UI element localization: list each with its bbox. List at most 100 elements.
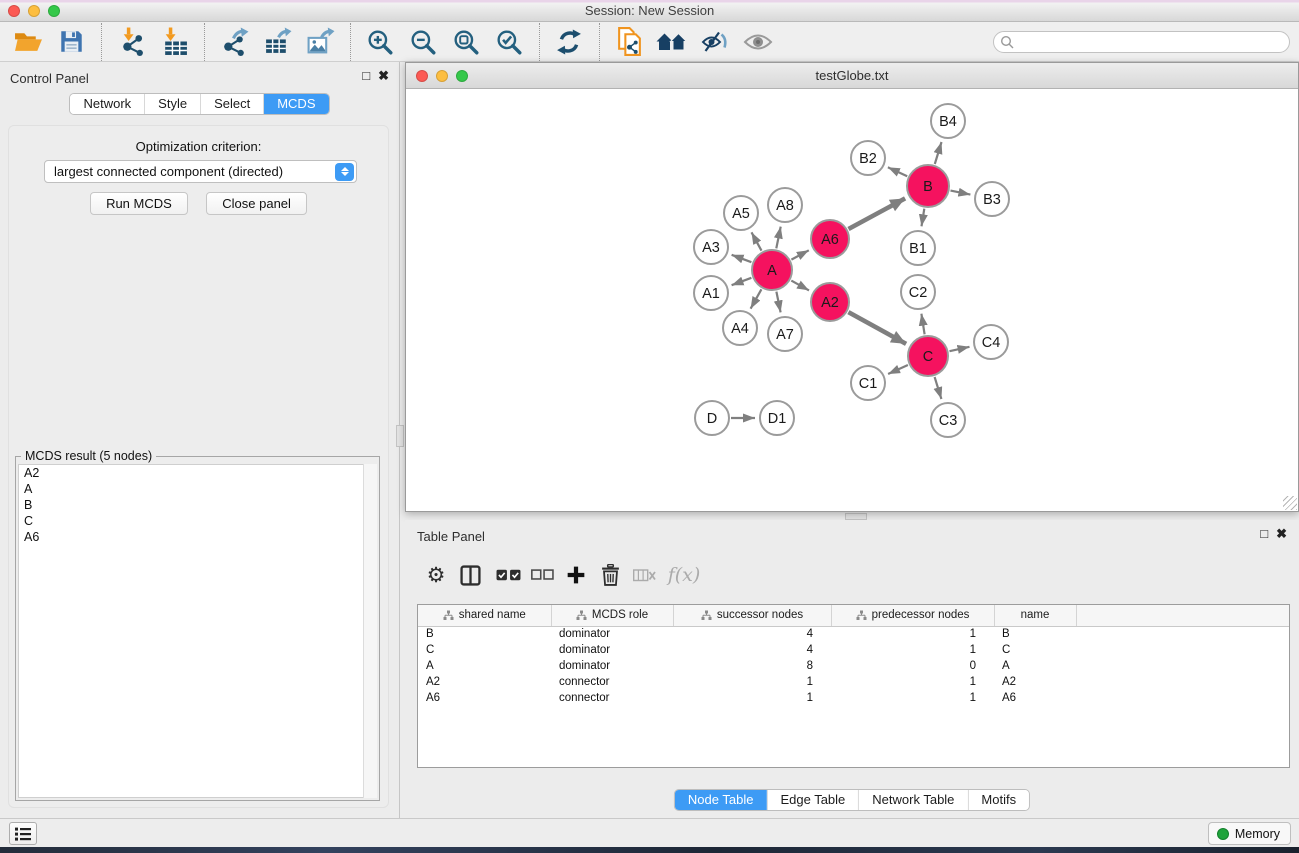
edge-B-B4[interactable] <box>935 142 942 164</box>
table-row[interactable]: A2connector11A2 <box>418 674 1289 690</box>
run-mcds-button[interactable]: Run MCDS <box>90 192 188 215</box>
node-A8[interactable]: A8 <box>768 188 802 222</box>
edge-C-C3[interactable] <box>935 377 942 399</box>
open-session-icon[interactable] <box>10 25 46 59</box>
edge-A-A6[interactable] <box>791 250 808 259</box>
tab-motifs[interactable]: Motifs <box>967 790 1029 810</box>
node-A4[interactable]: A4 <box>723 311 757 345</box>
node-A6[interactable]: A6 <box>811 220 849 258</box>
horizontal-divider-handle[interactable] <box>845 513 867 520</box>
node-A[interactable]: A <box>752 250 792 290</box>
export-network-icon[interactable] <box>216 25 252 59</box>
table-row[interactable]: Cdominator41C <box>418 642 1289 658</box>
export-table-icon[interactable] <box>259 25 295 59</box>
mcds-result-scrollbar[interactable] <box>363 464 377 798</box>
node-D[interactable]: D <box>695 401 729 435</box>
resize-grip[interactable] <box>1283 496 1297 510</box>
column-header-name[interactable]: name <box>994 605 1076 626</box>
close-panel-icon[interactable]: ✖ <box>378 68 389 84</box>
edge-C-C4[interactable] <box>950 347 970 351</box>
node-C2[interactable]: C2 <box>901 275 935 309</box>
node-A5[interactable]: A5 <box>724 196 758 230</box>
node-D1[interactable]: D1 <box>760 401 794 435</box>
save-session-icon[interactable] <box>53 25 89 59</box>
node-A2[interactable]: A2 <box>811 283 849 321</box>
close-panel-icon[interactable]: ✖ <box>1276 526 1287 542</box>
network-canvas[interactable]: B4 B2 B B3 A8 A5 A6 B1 A3 A A1 C2 A2 A4 A7 C4 C C1 C3 D D1 <box>406 89 1298 511</box>
column-header-predecessor-nodes[interactable]: predecessor nodes <box>831 605 994 626</box>
homes-icon[interactable] <box>654 25 690 59</box>
zoom-selected-icon[interactable] <box>491 25 527 59</box>
edge-A-A4[interactable] <box>751 289 762 308</box>
mcds-result-item[interactable]: A6 <box>19 529 376 545</box>
edge-B-B2[interactable] <box>888 167 907 176</box>
trash-icon[interactable] <box>593 558 627 592</box>
zoom-in-icon[interactable] <box>362 25 398 59</box>
memory-button[interactable]: Memory <box>1208 822 1291 845</box>
edge-A6-B[interactable] <box>849 198 906 229</box>
tab-network-table[interactable]: Network Table <box>858 790 967 810</box>
add-icon[interactable] <box>559 558 593 592</box>
edge-C-C2[interactable] <box>921 314 924 335</box>
table-row[interactable]: Bdominator41B <box>418 626 1289 642</box>
node-B[interactable]: B <box>907 165 949 207</box>
tab-select[interactable]: Select <box>200 94 263 114</box>
node-B2[interactable]: B2 <box>851 141 885 175</box>
tab-mcds[interactable]: MCDS <box>263 94 328 114</box>
edge-B-B3[interactable] <box>951 191 971 195</box>
gear-icon[interactable]: ⚙ <box>419 558 453 592</box>
tab-node-table[interactable]: Node Table <box>675 790 767 810</box>
close-panel-button[interactable]: Close panel <box>206 192 307 215</box>
float-panel-icon[interactable]: □ <box>1260 526 1268 542</box>
zoom-out-icon[interactable] <box>405 25 441 59</box>
mcds-result-item[interactable]: A2 <box>19 465 376 481</box>
mcds-result-item[interactable]: A <box>19 481 376 497</box>
tab-edge-table[interactable]: Edge Table <box>766 790 858 810</box>
search-input[interactable] <box>993 31 1290 53</box>
duplicate-network-icon[interactable] <box>611 25 647 59</box>
network-window-titlebar[interactable]: testGlobe.txt <box>406 63 1298 89</box>
float-panel-icon[interactable]: □ <box>362 68 370 84</box>
criterion-select[interactable]: largest connected component (directed) <box>44 160 357 183</box>
task-history-button[interactable] <box>9 822 37 845</box>
node-A3[interactable]: A3 <box>694 230 728 264</box>
node-A1[interactable]: A1 <box>694 276 728 310</box>
deselect-all-icon[interactable] <box>525 558 559 592</box>
node-C1[interactable]: C1 <box>851 366 885 400</box>
tab-network[interactable]: Network <box>70 94 144 114</box>
edge-A-A3[interactable] <box>732 255 752 262</box>
column-header-MCDS-role[interactable]: MCDS role <box>551 605 673 626</box>
column-settings-icon[interactable] <box>453 558 487 592</box>
zoom-fit-icon[interactable] <box>448 25 484 59</box>
tab-style[interactable]: Style <box>144 94 200 114</box>
node-C[interactable]: C <box>908 336 948 376</box>
svg-text:A7: A7 <box>776 327 794 343</box>
select-all-icon[interactable] <box>491 558 525 592</box>
node-C3[interactable]: C3 <box>931 403 965 437</box>
mcds-result-item[interactable]: C <box>19 513 376 529</box>
import-table-icon[interactable] <box>156 25 192 59</box>
mcds-result-item[interactable]: B <box>19 497 376 513</box>
table-row[interactable]: Adominator80A <box>418 658 1289 674</box>
edge-B-B1[interactable] <box>922 209 925 227</box>
table-row[interactable]: A6connector11A6 <box>418 690 1289 706</box>
node-C4[interactable]: C4 <box>974 325 1008 359</box>
edge-A-A5[interactable] <box>752 232 762 250</box>
edge-A-A8[interactable] <box>776 227 780 249</box>
node-B3[interactable]: B3 <box>975 182 1009 216</box>
vertical-divider-handle[interactable] <box>396 425 404 447</box>
edge-A-A1[interactable] <box>732 278 752 285</box>
eye-pen-icon[interactable] <box>697 25 733 59</box>
edge-A2-C[interactable] <box>848 312 906 344</box>
import-network-icon[interactable] <box>113 25 149 59</box>
column-header-successor-nodes[interactable]: successor nodes <box>673 605 831 626</box>
edge-A-A7[interactable] <box>776 292 780 313</box>
edge-C-C1[interactable] <box>888 365 908 374</box>
node-B1[interactable]: B1 <box>901 231 935 265</box>
refresh-icon[interactable] <box>551 25 587 59</box>
node-B4[interactable]: B4 <box>931 104 965 138</box>
export-image-icon[interactable] <box>302 25 338 59</box>
edge-A-A2[interactable] <box>791 281 809 291</box>
node-A7[interactable]: A7 <box>768 317 802 351</box>
column-header-shared-name[interactable]: shared name <box>418 605 551 626</box>
